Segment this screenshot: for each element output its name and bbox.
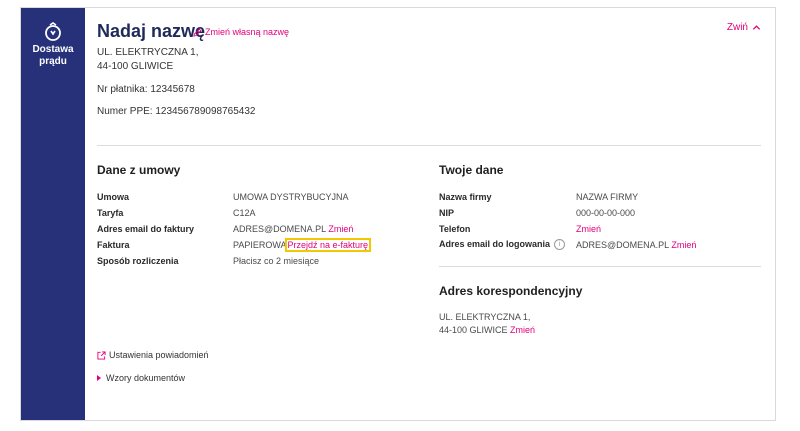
row-value: ADRES@DOMENA.PL: [576, 240, 669, 250]
row-label: Taryfa: [97, 208, 124, 218]
row-value: C12A: [233, 208, 256, 218]
correspondence-section-title: Adres korespondencyjny: [439, 284, 583, 298]
invoice-type-value: PAPIEROWAPrzejdź na e-fakturę: [233, 238, 372, 252]
change-correspondence-link[interactable]: Zmień: [510, 325, 535, 335]
rename-label: Zmień własną nazwę: [205, 27, 290, 37]
row-label: Adres email do logowania: [439, 239, 551, 249]
personal-row-login-email: Adres email do logowania i: [439, 239, 566, 251]
row-value: PAPIEROWA: [233, 240, 287, 250]
address-line-1: UL. ELEKTRYCZNA 1,: [97, 47, 199, 58]
invoice-email-value: ADRES@DOMENA.PL Zmień: [233, 224, 353, 235]
point-address: UL. ELEKTRYCZNA 1, 44-100 GLIWICE: [97, 46, 199, 74]
payer-number: Nr płatnika: 12345678: [97, 84, 195, 95]
change-phone-link[interactable]: Zmień: [576, 224, 601, 235]
collapse-button[interactable]: Zwiń: [727, 22, 761, 33]
caret-right-icon: [97, 375, 101, 381]
row-value: ADRES@DOMENA.PL: [233, 224, 326, 234]
contract-row-invoice: Faktura: [97, 240, 130, 251]
contract-row-invoice-email: Adres email do faktury: [97, 224, 194, 235]
row-value: UMOWA DYSTRYBUCYJNA: [233, 192, 349, 202]
correspondence-line-2: 44-100 GLIWICE Zmień: [439, 325, 535, 336]
contract-row-taryfa: Taryfa: [97, 208, 123, 219]
sidebar: Dostawa prądu: [21, 8, 85, 420]
row-label: Adres email do faktury: [97, 224, 195, 234]
row-label: Umowa: [97, 192, 130, 202]
personal-row-nip: NIP: [439, 208, 454, 219]
row-label: NIP: [439, 208, 455, 218]
personal-row-company: Nazwa firmy: [439, 192, 492, 203]
row-value: Płacisz co 2 miesiące: [233, 256, 320, 266]
rename-link[interactable]: Zmień własną nazwę: [193, 27, 289, 37]
notification-settings-label: Ustawienia powiadomień: [109, 350, 209, 360]
row-value: NAZWA FIRMY: [576, 192, 639, 202]
row-label: Nazwa firmy: [439, 192, 492, 202]
pencil-icon: [193, 28, 202, 37]
collapse-label: Zwiń: [726, 22, 748, 33]
right-divider: [439, 266, 761, 267]
page-title: Nadaj nazwę: [97, 21, 206, 41]
contract-row-umowa: Umowa: [97, 192, 129, 203]
row-label: Telefon: [439, 224, 471, 234]
change-login-email-link[interactable]: Zmień: [671, 240, 696, 250]
contract-row-settlement: Sposób rozliczenia: [97, 256, 179, 267]
ppe-number: Numer PPE: 123456789098765432: [97, 106, 256, 117]
row-label: Sposób rozliczenia: [97, 256, 179, 266]
correspondence-line-1: UL. ELEKTRYCZNA 1,: [439, 312, 531, 322]
address-line-2: 44-100 GLIWICE: [97, 61, 174, 72]
external-link-icon: [97, 350, 106, 360]
login-email-value: ADRES@DOMENA.PL Zmień: [576, 240, 696, 251]
contract-section-title: Dane z umowy: [97, 163, 181, 177]
personal-row-phone: Telefon: [439, 224, 470, 235]
document-templates-toggle[interactable]: Wzory dokumentów: [97, 373, 185, 383]
change-invoice-email-link[interactable]: Zmień: [328, 224, 353, 234]
notification-settings-link[interactable]: Ustawienia powiadomień: [97, 350, 209, 360]
chevron-up-icon: [752, 25, 761, 30]
sidebar-label: Dostawa prądu: [32, 44, 74, 67]
info-icon[interactable]: i: [554, 239, 566, 251]
section-divider: [97, 145, 761, 146]
supply-point-card: Dostawa prądu Nadaj nazwę Zmień własną n…: [20, 7, 776, 421]
document-templates-label: Wzory dokumentów: [106, 373, 186, 383]
personal-section-title: Twoje dane: [439, 163, 504, 177]
row-value: 000-00-00-000: [576, 208, 636, 218]
power-icon: [45, 22, 61, 41]
row-label: Faktura: [97, 240, 130, 250]
address-text: 44-100 GLIWICE: [439, 325, 508, 335]
switch-to-e-invoice-link[interactable]: Przejdź na e-fakturę: [284, 238, 372, 252]
